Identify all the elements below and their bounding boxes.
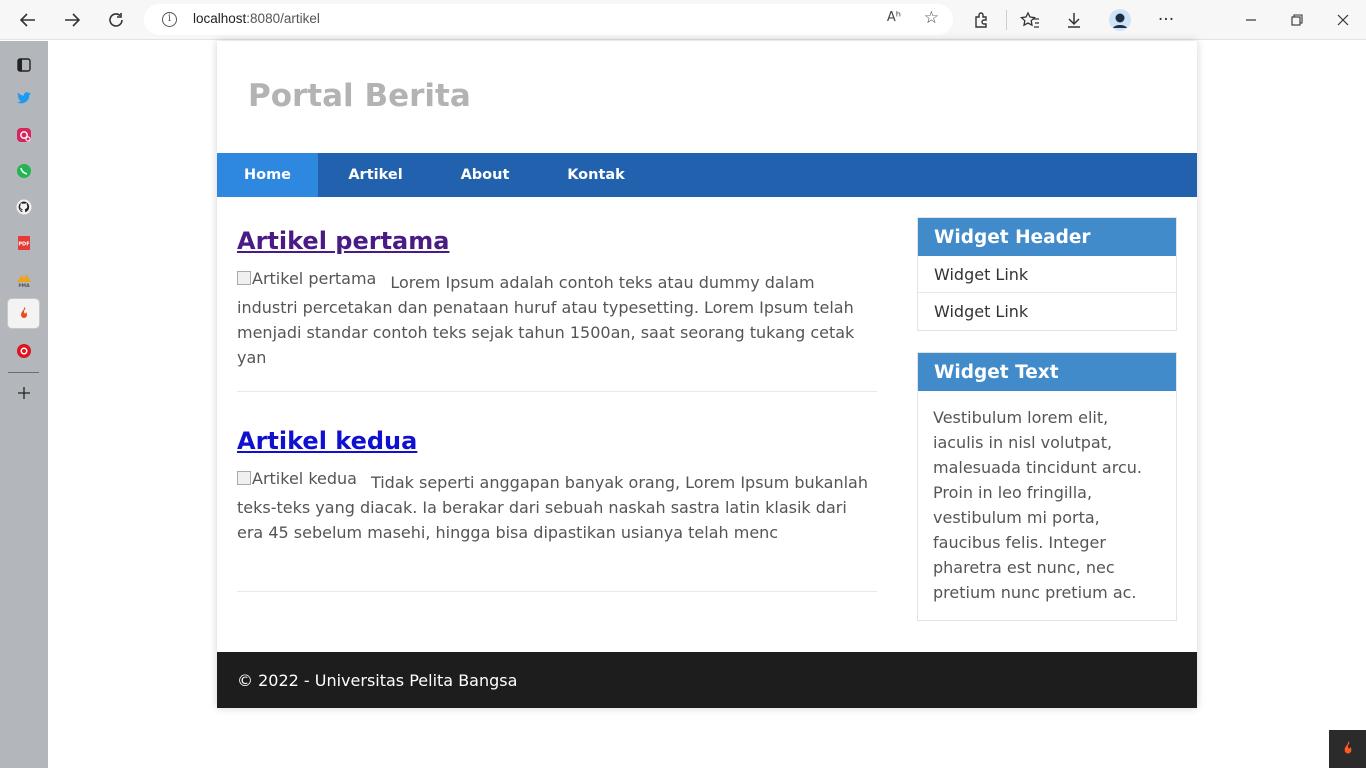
favorites-icon[interactable]	[1016, 6, 1044, 34]
instagram-icon[interactable]	[12, 123, 36, 147]
broken-image-icon	[237, 271, 251, 285]
url-text[interactable]: localhost:8080/artikel	[193, 11, 320, 26]
widget-text-body: Vestibulum lorem elit, iaculis in nisl v…	[933, 408, 1142, 602]
forward-icon[interactable]	[58, 6, 86, 34]
footer-text: © 2022 - Universitas Pelita Bangsa	[237, 670, 518, 690]
whatsapp-icon[interactable]	[12, 159, 36, 183]
downloads-icon[interactable]	[1060, 6, 1088, 34]
tabs-icon[interactable]	[12, 53, 36, 77]
article-title-link[interactable]: Artikel kedua	[237, 427, 417, 455]
add-favorite-icon[interactable]: ☆	[924, 8, 939, 28]
article-title: Artikel pertama	[237, 227, 877, 255]
main-nav: Home Artikel About Kontak	[217, 153, 1197, 197]
svg-text:PMA: PMA	[18, 283, 30, 288]
browser-toolbar: i localhost:8080/artikel Aʰ ☆ ···	[0, 0, 1366, 40]
extensions-icon[interactable]	[967, 6, 995, 34]
article-excerpt: Artikel pertama Lorem Ipsum adalah contoh…	[237, 269, 877, 370]
site-footer: © 2022 - Universitas Pelita Bangsa	[217, 652, 1197, 708]
refresh-icon[interactable]	[102, 6, 130, 34]
widget-text: Widget Text Vestibulum lorem elit, iacul…	[917, 352, 1177, 621]
codeigniter-icon[interactable]	[12, 302, 36, 326]
svg-text:PDF: PDF	[18, 242, 29, 248]
site-title: Portal Berita	[248, 78, 471, 114]
widget-link[interactable]: Widget Link	[918, 293, 1176, 330]
more-icon[interactable]: ···	[1152, 6, 1180, 34]
profile-icon[interactable]	[1106, 6, 1134, 34]
article-image: Artikel kedua	[237, 466, 357, 491]
minimize-icon[interactable]	[1237, 6, 1265, 34]
codeigniter-toolbar-icon[interactable]	[1329, 730, 1366, 768]
nav-kontak[interactable]: Kontak	[559, 153, 633, 197]
broken-image-icon	[237, 471, 251, 485]
read-aloud-icon[interactable]: Aʰ	[887, 10, 901, 25]
site-info-icon[interactable]: i	[162, 12, 177, 27]
back-icon[interactable]	[14, 6, 42, 34]
page-container: Portal Berita Home Artikel About Kontak …	[217, 41, 1197, 708]
article-item: Artikel kedua Artikel kedua Tidak seperti…	[237, 427, 877, 545]
address-bar[interactable]: i localhost:8080/artikel Aʰ ☆	[144, 4, 953, 35]
browser-sidebar: PDF PMA	[0, 41, 48, 768]
widget-text-title: Widget Text	[918, 353, 1176, 391]
close-icon[interactable]	[1329, 6, 1357, 34]
nav-about[interactable]: About	[452, 153, 518, 197]
record-icon[interactable]	[12, 339, 36, 363]
nav-home[interactable]: Home	[217, 153, 318, 197]
article-excerpt: Artikel kedua Tidak seperti anggapan bany…	[237, 469, 877, 545]
github-icon[interactable]	[12, 195, 36, 219]
pdf-icon[interactable]: PDF	[12, 231, 36, 255]
article-title: Artikel kedua	[237, 427, 877, 455]
article-title-link[interactable]: Artikel pertama	[237, 227, 449, 255]
article-divider	[237, 591, 877, 592]
article-item: Artikel pertama Artikel pertama Lorem Ips…	[237, 227, 877, 370]
widget-header-title: Widget Header	[918, 218, 1176, 256]
nav-artikel[interactable]: Artikel	[340, 153, 411, 197]
article-image: Artikel pertama	[237, 266, 376, 291]
article-divider	[237, 391, 877, 392]
widget-links: Widget Header Widget Link Widget Link	[917, 217, 1177, 331]
pma-icon[interactable]: PMA	[12, 268, 36, 292]
widget-link[interactable]: Widget Link	[918, 256, 1176, 293]
sidebar-divider	[8, 372, 39, 373]
twitter-icon[interactable]	[12, 86, 36, 110]
restore-icon[interactable]	[1283, 6, 1311, 34]
toolbar-divider	[1006, 10, 1007, 30]
add-icon[interactable]	[12, 381, 36, 405]
